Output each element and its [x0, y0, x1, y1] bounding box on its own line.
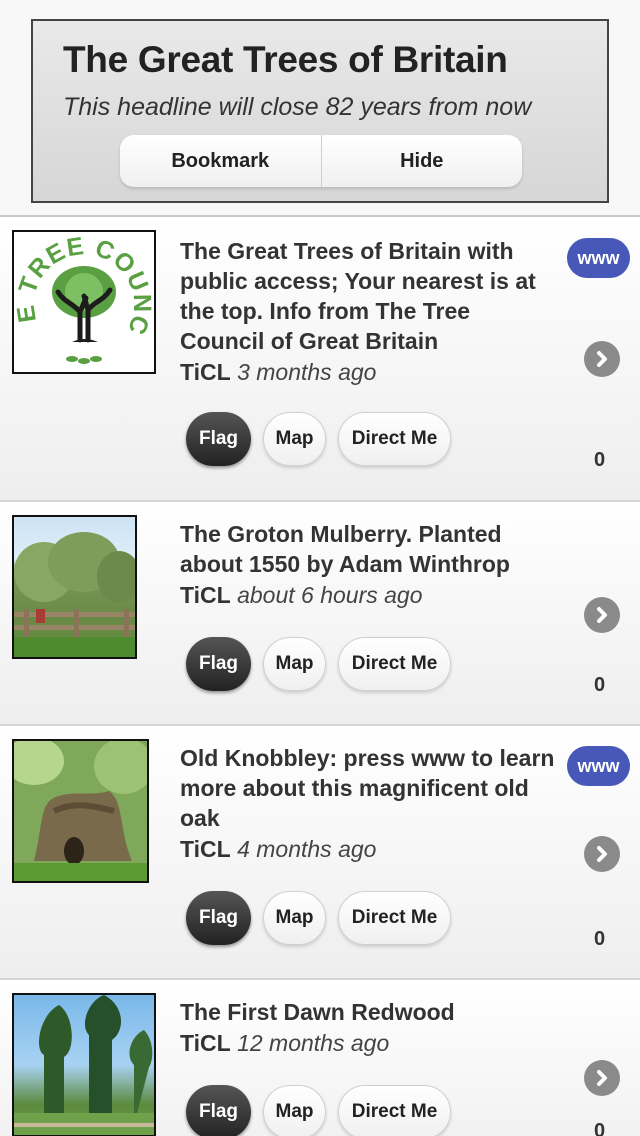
tree-council-logo: THE TREE COUNCIL: [12, 230, 156, 374]
tree-photo: [12, 739, 149, 883]
author: TiCL: [180, 836, 231, 862]
list-item[interactable]: The First Dawn Redwood TiCL 12 months ag…: [0, 980, 640, 1136]
tree-photo: [12, 993, 156, 1136]
map-button[interactable]: Map: [263, 891, 326, 945]
flag-button[interactable]: Flag: [186, 637, 251, 691]
tree-photo: [12, 515, 137, 659]
chevron-right-icon[interactable]: [584, 597, 620, 633]
hide-button[interactable]: Hide: [320, 135, 523, 187]
item-title[interactable]: The First Dawn Redwood: [180, 997, 560, 1027]
item-actions: Flag Map Direct Me: [186, 637, 463, 691]
author: TiCL: [180, 359, 231, 385]
item-actions: Flag Map Direct Me: [186, 1085, 463, 1136]
timestamp: 12 months ago: [237, 1030, 390, 1056]
headline-panel: The Great Trees of Britain This headline…: [0, 0, 640, 215]
headline-subtitle: This headline will close 82 years from n…: [63, 93, 532, 121]
item-actions: Flag Map Direct Me: [186, 891, 463, 945]
item-title[interactable]: The Groton Mulberry. Planted about 1550 …: [180, 519, 560, 579]
direct-me-button[interactable]: Direct Me: [338, 1085, 451, 1136]
vote-count: 0: [594, 449, 606, 471]
feed-list: THE TREE COUNCIL The Great Trees of Brit…: [0, 215, 640, 1136]
vote-count: 0: [594, 928, 606, 950]
www-button[interactable]: www: [567, 746, 630, 786]
chevron-right-icon[interactable]: [584, 341, 620, 377]
list-item[interactable]: The Groton Mulberry. Planted about 1550 …: [0, 502, 640, 726]
timestamp: 3 months ago: [237, 359, 377, 385]
bookmark-button[interactable]: Bookmark: [120, 135, 321, 187]
item-meta: TiCL 4 months ago: [180, 836, 376, 863]
flag-button[interactable]: Flag: [186, 412, 251, 466]
item-actions: Flag Map Direct Me: [186, 412, 463, 466]
list-item[interactable]: THE TREE COUNCIL The Great Trees of Brit…: [0, 217, 640, 502]
author: TiCL: [180, 582, 231, 608]
map-button[interactable]: Map: [263, 1085, 326, 1136]
flag-button[interactable]: Flag: [186, 1085, 251, 1136]
direct-me-button[interactable]: Direct Me: [338, 637, 451, 691]
list-item[interactable]: Old Knobbley: press www to learn more ab…: [0, 726, 640, 980]
vote-count: 0: [594, 1120, 606, 1136]
item-meta: TiCL about 6 hours ago: [180, 582, 423, 609]
item-title[interactable]: The Great Trees of Britain with public a…: [180, 236, 560, 356]
timestamp: 4 months ago: [237, 836, 377, 862]
chevron-right-icon[interactable]: [584, 836, 620, 872]
headline-box: The Great Trees of Britain This headline…: [31, 19, 609, 203]
item-meta: TiCL 12 months ago: [180, 1030, 389, 1057]
flag-button[interactable]: Flag: [186, 891, 251, 945]
headline-title: The Great Trees of Britain: [63, 39, 508, 80]
map-button[interactable]: Map: [263, 412, 326, 466]
timestamp: about 6 hours ago: [237, 582, 423, 608]
direct-me-button[interactable]: Direct Me: [338, 891, 451, 945]
map-button[interactable]: Map: [263, 637, 326, 691]
headline-actions: Bookmark Hide: [120, 135, 522, 187]
direct-me-button[interactable]: Direct Me: [338, 412, 451, 466]
www-button[interactable]: www: [567, 238, 630, 278]
author: TiCL: [180, 1030, 231, 1056]
item-title[interactable]: Old Knobbley: press www to learn more ab…: [180, 743, 560, 833]
item-meta: TiCL 3 months ago: [180, 359, 376, 386]
chevron-right-icon[interactable]: [584, 1060, 620, 1096]
vote-count: 0: [594, 674, 606, 696]
